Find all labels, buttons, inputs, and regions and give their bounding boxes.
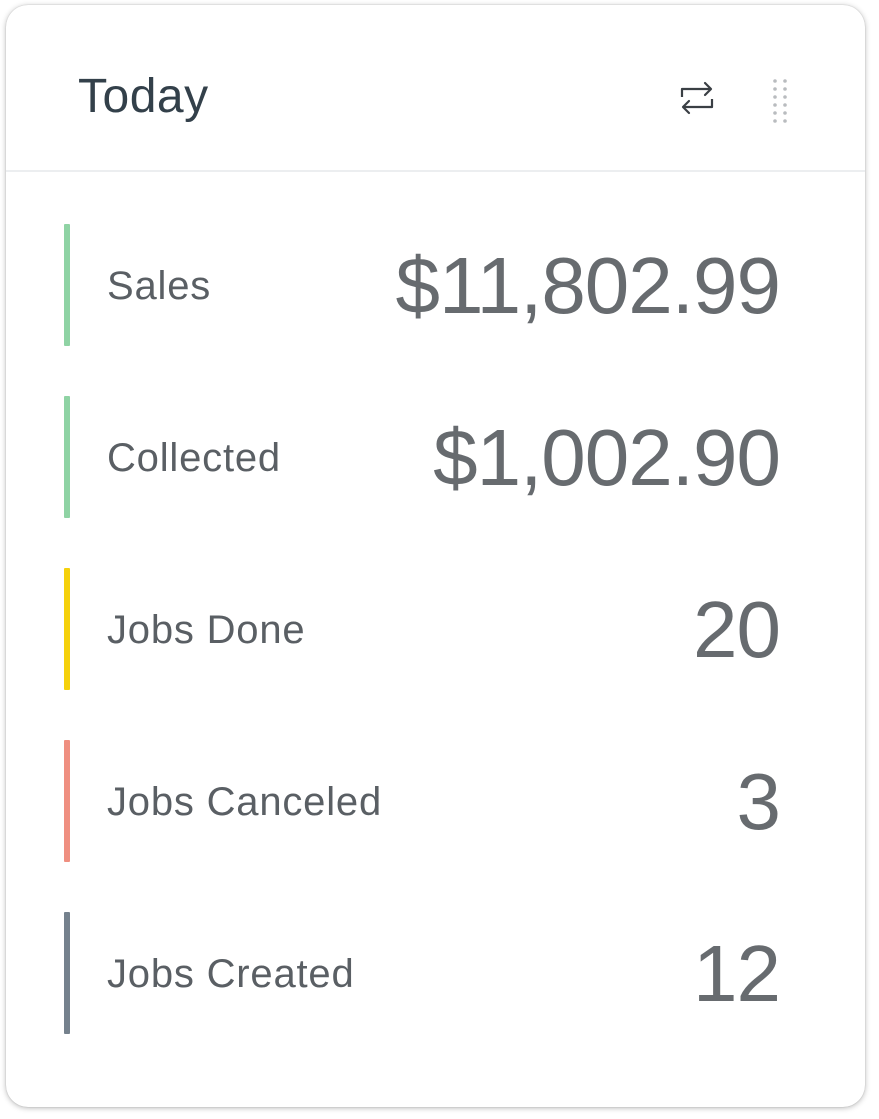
refresh-icon [680, 81, 714, 115]
metric-value: $1,002.90 [433, 413, 781, 502]
metric-color-bar [64, 568, 70, 690]
widget-header: Today [6, 5, 865, 172]
metric-color-bar [64, 740, 70, 862]
metric-color-bar [64, 396, 70, 518]
metric-value: 12 [693, 929, 781, 1018]
metric-color-bar [64, 224, 70, 346]
widget-title: Today [78, 70, 209, 123]
metric-row-collected: Collected $1,002.90 [64, 396, 781, 518]
metric-row-jobs-created: Jobs Created 12 [64, 912, 781, 1034]
metric-value: 3 [736, 757, 781, 846]
metric-value: $11,802.99 [395, 241, 781, 330]
metric-row-jobs-done: Jobs Done 20 [64, 568, 781, 690]
metric-label: Jobs Canceled [107, 780, 383, 824]
metric-color-bar [64, 912, 70, 1034]
metric-row-sales: Sales $11,802.99 [64, 224, 781, 346]
metric-label: Jobs Created [107, 952, 355, 996]
today-widget: Today Sales $11,802.99 Collected $1,002.… [6, 5, 865, 1107]
refresh-button[interactable] [674, 75, 720, 121]
drag-handle-icon [773, 79, 787, 123]
metric-label: Sales [107, 264, 212, 308]
metric-label: Collected [107, 436, 281, 480]
metric-label: Jobs Done [107, 608, 306, 652]
metric-value: 20 [693, 585, 781, 674]
metric-row-jobs-canceled: Jobs Canceled 3 [64, 740, 781, 862]
drag-handle[interactable] [768, 77, 792, 125]
